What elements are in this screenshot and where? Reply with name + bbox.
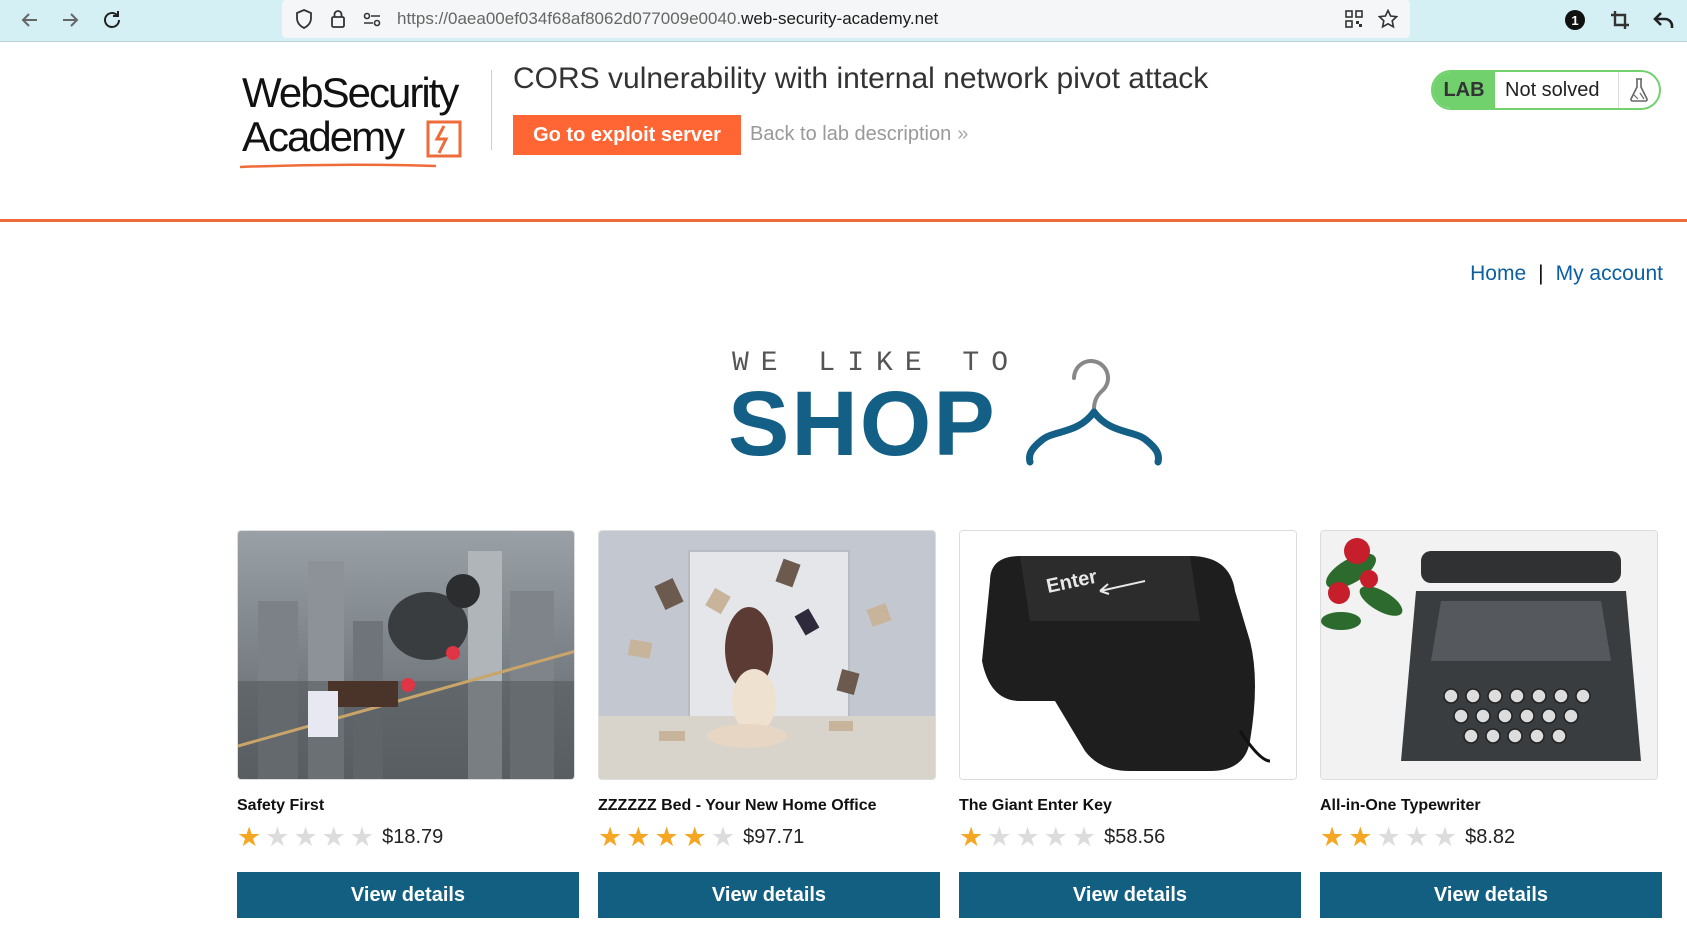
star-filled-icon: ★ [682, 821, 707, 852]
star-empty-icon: ★ [710, 821, 736, 852]
lock-icon[interactable] [328, 9, 348, 29]
site-nav: Home | My account [1470, 262, 1663, 286]
star-empty-icon: ★ [1404, 821, 1429, 852]
lab-title: CORS vulnerability with internal network… [513, 62, 1209, 95]
product-price: $58.56 [1104, 825, 1166, 848]
header-divider [491, 70, 492, 150]
star-empty-icon: ★ [321, 821, 346, 852]
product-price: $8.82 [1465, 825, 1516, 848]
product-card: ZZZZZZ Bed - Your New Home Office ★ ★ ★ ★ ★ … [598, 530, 940, 918]
product-card: All-in-One Typewriter ★ ★ ★ ★ ★ $8.82 View d… [1320, 530, 1662, 918]
logo-bolt-icon [426, 120, 462, 158]
hanger-icon [1026, 359, 1162, 466]
forward-arrow-icon[interactable] [54, 4, 86, 36]
logo-text-line1: WebSecurity [242, 69, 459, 116]
product-card: Enter The Giant Enter Key ★ ★ ★ ★ ★ $58.56 V… [959, 530, 1301, 918]
star-filled-icon: ★ [1320, 821, 1345, 852]
product-image[interactable]: Enter [959, 530, 1297, 780]
product-rating: ★ ★ ★ ★ ★ $58.56 [959, 822, 1165, 852]
extension-badge: 1 [1571, 13, 1578, 28]
star-empty-icon: ★ [265, 821, 290, 852]
browser-toolbar: https://0aea00ef034f68af8062d077009e0040… [0, 0, 1687, 42]
product-image[interactable] [598, 530, 936, 780]
star-empty-icon: ★ [1015, 821, 1040, 852]
star-filled-icon: ★ [237, 821, 262, 852]
product-name: All-in-One Typewriter [1320, 797, 1481, 814]
qr-code-icon[interactable] [1344, 9, 1364, 29]
lab-status-widget: LAB Not solved [1431, 70, 1661, 110]
product-image[interactable] [237, 530, 575, 780]
star-filled-icon: ★ [654, 821, 679, 852]
logo-underline-icon [239, 163, 437, 169]
back-arrow-icon[interactable] [14, 4, 46, 36]
product-name: ZZZZZZ Bed - Your New Home Office [598, 797, 877, 814]
lab-header: WebSecurity Academy CORS vulnerability w… [0, 42, 1687, 222]
star-empty-icon: ★ [349, 821, 375, 852]
star-filled-icon: ★ [1348, 821, 1373, 852]
my-account-link[interactable]: My account [1556, 262, 1663, 285]
star-filled-icon: ★ [959, 821, 984, 852]
view-details-button[interactable]: View details [598, 872, 940, 918]
reload-icon[interactable] [96, 4, 128, 36]
lab-status-text: Not solved [1495, 72, 1619, 108]
home-link[interactable]: Home [1470, 262, 1526, 285]
bookmark-star-icon[interactable] [1378, 9, 1398, 29]
logo-text-line2: Academy [242, 113, 405, 160]
banner-title: SHOP [728, 373, 997, 475]
exploit-server-button[interactable]: Go to exploit server [513, 115, 741, 155]
product-rating: ★ ★ ★ ★ ★ $8.82 [1320, 822, 1515, 852]
chevron-right-icon: » [957, 123, 969, 145]
product-image[interactable] [1320, 530, 1658, 780]
product-rating: ★ ★ ★ ★ ★ $97.71 [598, 822, 804, 852]
flask-icon [1619, 72, 1659, 108]
view-details-button[interactable]: View details [237, 872, 579, 918]
product-price: $97.71 [743, 825, 805, 848]
web-security-academy-logo[interactable]: WebSecurity Academy [238, 66, 488, 169]
view-details-button[interactable]: View details [959, 872, 1301, 918]
back-link-label: Back to lab description [750, 123, 952, 145]
star-empty-icon: ★ [293, 821, 318, 852]
url-text[interactable]: https://0aea00ef034f68af8062d077009e0040… [397, 9, 938, 29]
product-name: Safety First [237, 797, 325, 814]
star-empty-icon: ★ [1376, 821, 1401, 852]
address-bar[interactable]: https://0aea00ef034f68af8062d077009e0040… [282, 0, 1410, 38]
product-card: Safety First ★ ★ ★ ★ ★ $18.79 View details [237, 530, 579, 918]
star-empty-icon: ★ [1043, 821, 1068, 852]
shield-icon[interactable] [294, 9, 314, 29]
nav-separator: | [1538, 262, 1544, 285]
extension-icon[interactable]: 1 [1559, 4, 1591, 36]
permissions-icon[interactable] [362, 9, 382, 29]
star-empty-icon: ★ [1071, 821, 1097, 852]
undo-icon[interactable] [1648, 4, 1680, 36]
back-to-description-link[interactable]: Back to lab description» [750, 123, 968, 146]
star-empty-icon: ★ [987, 821, 1012, 852]
star-filled-icon: ★ [626, 821, 651, 852]
view-details-button[interactable]: View details [1320, 872, 1662, 918]
product-name: The Giant Enter Key [959, 797, 1112, 814]
product-rating: ★ ★ ★ ★ ★ $18.79 [237, 822, 443, 852]
star-filled-icon: ★ [598, 821, 623, 852]
crop-icon[interactable] [1604, 4, 1636, 36]
product-price: $18.79 [382, 825, 444, 848]
lab-status-tag: LAB [1433, 72, 1495, 108]
star-empty-icon: ★ [1432, 821, 1458, 852]
